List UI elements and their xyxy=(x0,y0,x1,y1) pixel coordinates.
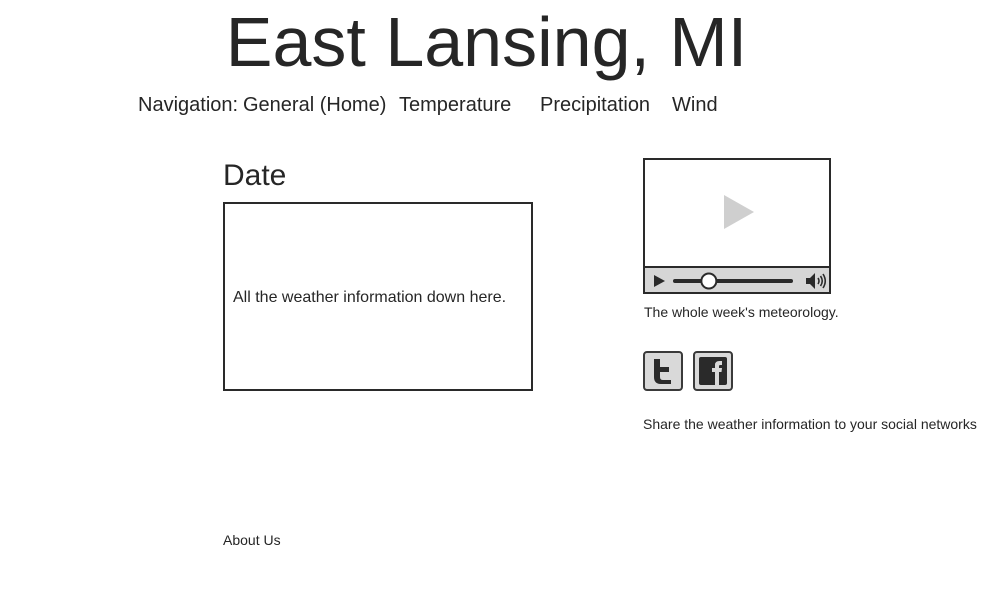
weather-info-text: All the weather information down here. xyxy=(233,289,507,306)
about-us-link[interactable]: About Us xyxy=(223,531,281,549)
nav-item-wind[interactable]: Wind xyxy=(672,93,718,117)
facebook-icon xyxy=(699,357,727,385)
play-overlay-icon[interactable] xyxy=(645,160,829,266)
date-heading: Date xyxy=(223,159,287,192)
video-caption: The whole week's meteorology. xyxy=(644,304,839,320)
volume-icon[interactable] xyxy=(805,272,827,290)
share-text: Share the weather information to your so… xyxy=(643,416,977,432)
video-screen[interactable] xyxy=(645,160,829,266)
facebook-button[interactable] xyxy=(693,351,733,391)
play-icon[interactable] xyxy=(653,274,667,288)
nav-item-temperature[interactable]: Temperature xyxy=(399,93,511,117)
site-title: East Lansing, MI xyxy=(225,3,748,81)
nav-label: Navigation: xyxy=(138,94,239,116)
video-controls xyxy=(645,266,829,292)
video-player[interactable] xyxy=(643,158,831,294)
nav-item-precipitation[interactable]: Precipitation xyxy=(540,93,650,117)
nav-item-general-home[interactable]: General (Home) xyxy=(243,93,386,117)
seek-slider[interactable] xyxy=(673,271,799,291)
weather-info-box: All the weather information down here. xyxy=(223,202,533,391)
twitter-icon xyxy=(654,359,671,384)
twitter-button[interactable] xyxy=(643,351,683,391)
